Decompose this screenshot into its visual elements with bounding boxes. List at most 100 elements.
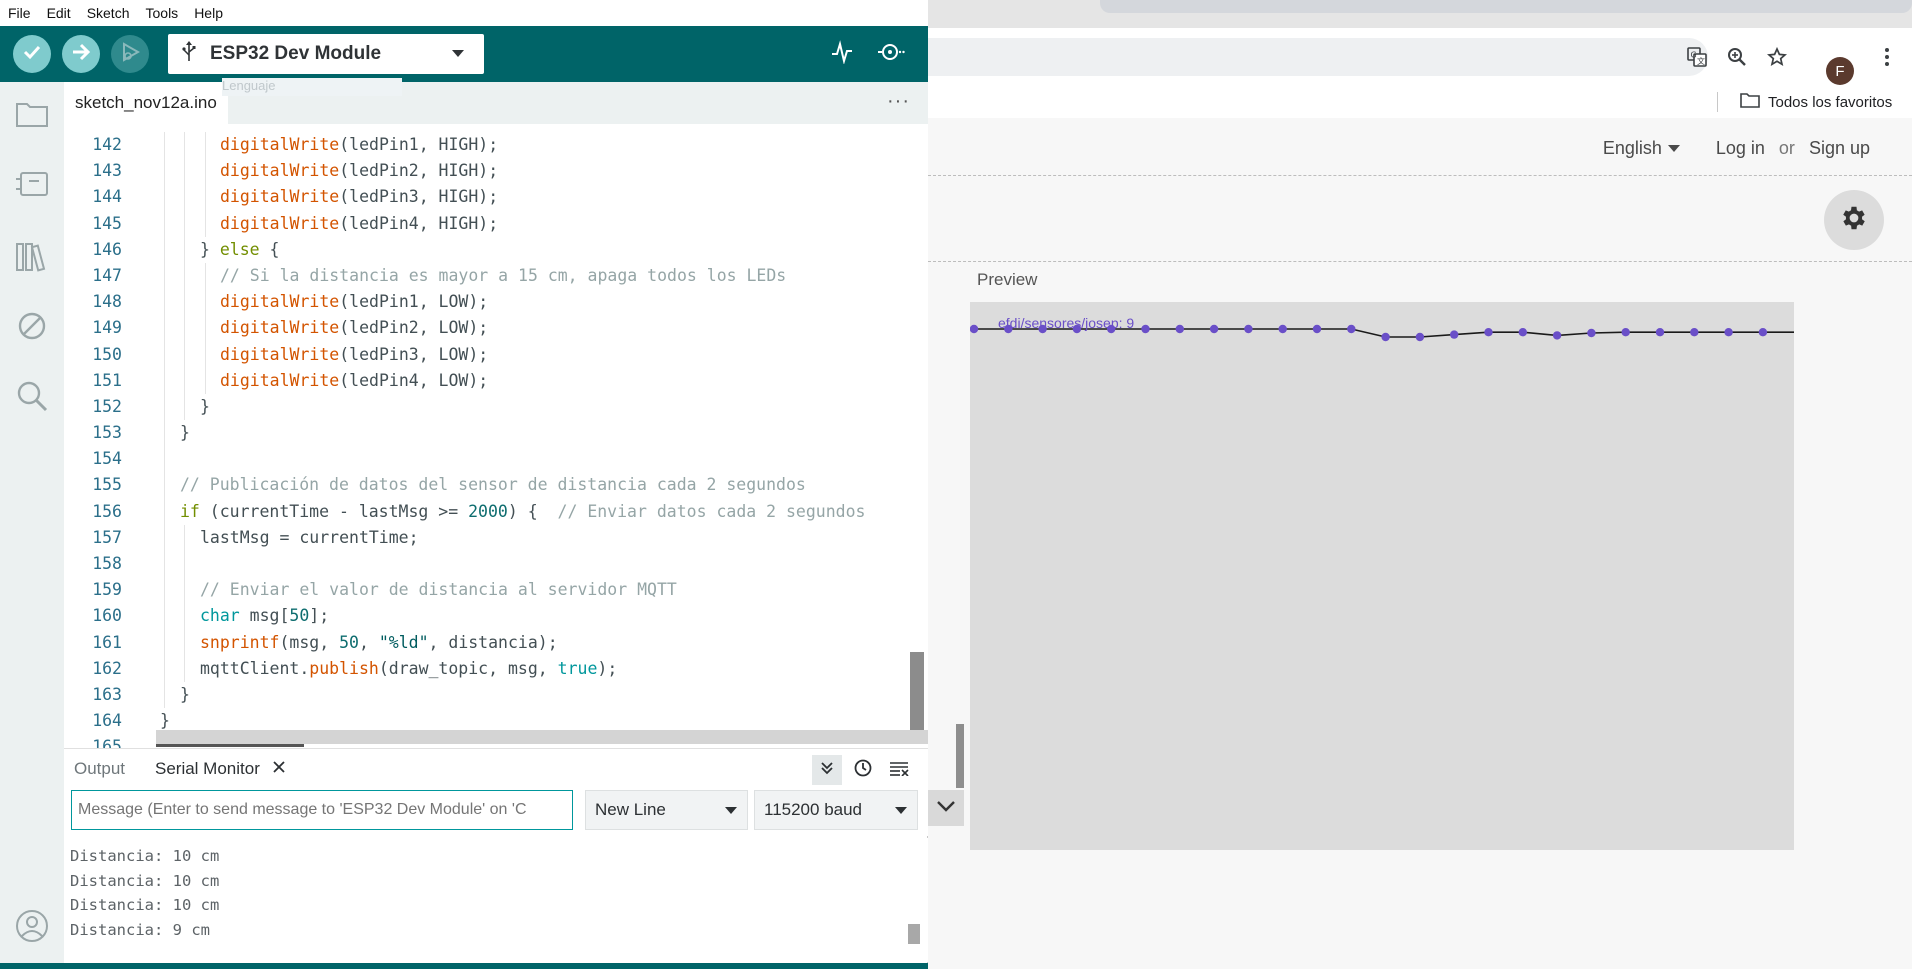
zoom-icon[interactable]	[1722, 42, 1752, 72]
more-options-icon[interactable]: ···	[887, 90, 910, 113]
browser-tab[interactable]	[1100, 0, 1912, 13]
line-number: 159	[92, 580, 122, 600]
indent-guide	[184, 184, 186, 211]
menu-edit[interactable]: Edit	[39, 5, 79, 21]
data-point[interactable]	[1758, 328, 1768, 337]
line-number: 153	[92, 423, 122, 443]
settings-button[interactable]	[1824, 190, 1884, 250]
kebab-menu-icon[interactable]	[1872, 42, 1902, 72]
code-text: digitalWrite(ledPin4, LOW);	[220, 368, 488, 394]
baud-rate-select[interactable]: 115200 baud	[754, 790, 918, 830]
signup-link[interactable]: Sign up	[1809, 138, 1870, 159]
browser-toolbar: G文 F	[928, 28, 1912, 86]
data-point[interactable]	[1347, 324, 1356, 334]
library-manager-icon[interactable]	[12, 236, 52, 276]
data-point[interactable]	[1518, 328, 1527, 337]
data-point[interactable]	[1209, 324, 1219, 334]
profile-icon[interactable]	[12, 906, 52, 946]
autoscroll-button[interactable]	[812, 755, 842, 785]
data-point[interactable]	[1655, 328, 1665, 337]
indent-guide	[164, 655, 165, 682]
indent-guide	[204, 132, 206, 159]
code-editor[interactable]: 142 digitalWrite(ledPin1, HIGH); 143 digita…	[64, 124, 928, 748]
indent-guide	[164, 262, 165, 290]
indent-guide	[204, 367, 206, 394]
data-point[interactable]	[1244, 324, 1253, 334]
menu-sketch[interactable]: Sketch	[79, 5, 138, 21]
code-text: digitalWrite(ledPin2, HIGH);	[220, 158, 498, 184]
data-point[interactable]	[1175, 324, 1184, 334]
indent-guide	[204, 315, 206, 342]
indent-guide	[184, 367, 186, 394]
code-token: // Publicación de datos del sensor de di…	[180, 475, 806, 495]
language-select[interactable]: English	[1603, 138, 1680, 159]
bookmark-star-icon[interactable]	[1762, 42, 1792, 72]
upload-button[interactable]	[62, 35, 100, 73]
code-token: // Si la distancia es mayor a 15 cm, apa…	[220, 265, 787, 285]
collapse-button[interactable]	[928, 790, 964, 826]
menu-file[interactable]: File	[0, 5, 39, 21]
bottom-panel-tabs: Output Serial Monitor	[64, 748, 928, 791]
indent-guide	[164, 393, 165, 421]
code-token: (ledPin3, HIGH);	[339, 187, 499, 207]
svg-text:G: G	[1691, 51, 1697, 60]
close-icon[interactable]	[272, 759, 286, 779]
debug-button[interactable]	[111, 35, 149, 73]
login-link[interactable]: Log in	[1716, 138, 1765, 159]
code-token: (ledPin3, LOW);	[339, 344, 489, 364]
data-point[interactable]	[1587, 328, 1596, 338]
serial-monitor-button[interactable]	[872, 35, 910, 73]
clear-output-button[interactable]	[884, 755, 914, 785]
data-point[interactable]	[1484, 328, 1493, 337]
serial-scrollbar-thumb[interactable]	[908, 924, 920, 944]
address-bar[interactable]	[928, 38, 1708, 76]
indent-guide	[204, 158, 206, 185]
data-point[interactable]	[1312, 324, 1322, 334]
scrollbar-thumb[interactable]	[956, 724, 964, 788]
serial-line: Distancia: 10 cm	[70, 847, 220, 865]
caret-down-icon	[895, 807, 907, 814]
data-point[interactable]	[1690, 328, 1699, 337]
data-point[interactable]	[1415, 332, 1425, 342]
data-point[interactable]	[1381, 332, 1390, 342]
timestamp-button[interactable]	[848, 755, 878, 785]
search-icon[interactable]	[12, 376, 52, 416]
editor-horizontal-scrollbar-thumb[interactable]	[156, 744, 304, 747]
line-number: 145	[92, 213, 122, 233]
tab-serial-monitor-label: Serial Monitor	[155, 759, 260, 778]
menu-help[interactable]: Help	[186, 5, 231, 21]
serial-line: Distancia: 10 cm	[70, 872, 220, 890]
code-text: // Publicación de datos del sensor de di…	[180, 472, 806, 498]
indent-guide	[164, 315, 165, 342]
code-token: mqttClient.	[200, 658, 310, 678]
debug-disabled-icon[interactable]	[12, 306, 52, 346]
data-point[interactable]	[1278, 324, 1287, 334]
indent-guide	[184, 551, 186, 578]
all-bookmarks-button[interactable]: Todos los favoritos	[1740, 90, 1892, 114]
menu-tools[interactable]: Tools	[138, 5, 187, 21]
file-tab[interactable]: sketch_nov12a.ino	[64, 82, 228, 126]
tab-serial-monitor[interactable]: Serial Monitor	[155, 759, 286, 779]
indent-guide	[164, 603, 165, 630]
data-point[interactable]	[1621, 328, 1630, 337]
verify-button[interactable]	[13, 35, 51, 73]
sketchbook-folder-icon[interactable]	[12, 94, 52, 134]
data-point[interactable]	[1450, 330, 1459, 339]
data-point[interactable]	[1141, 324, 1150, 334]
serial-message-input[interactable]	[71, 790, 573, 830]
data-point[interactable]	[1724, 328, 1733, 337]
tab-output[interactable]: Output	[74, 759, 125, 779]
editor-horizontal-scrollbar[interactable]	[156, 730, 928, 744]
boards-manager-icon[interactable]	[12, 164, 52, 204]
translate-icon[interactable]: G文	[1682, 42, 1712, 72]
data-point[interactable]	[1552, 331, 1562, 340]
board-selector[interactable]: ESP32 Dev Module	[168, 34, 484, 74]
code-token: (ledPin2, HIGH);	[339, 161, 499, 181]
serial-plotter-button[interactable]	[823, 35, 861, 73]
bookmarks-bar: Todos los favoritos	[928, 86, 1912, 118]
code-token: digitalWrite	[220, 344, 340, 364]
profile-avatar[interactable]: F	[1826, 57, 1854, 85]
line-ending-select[interactable]: New Line	[585, 790, 748, 830]
data-point[interactable]	[970, 324, 979, 334]
code-token: "%ld"	[378, 632, 429, 652]
